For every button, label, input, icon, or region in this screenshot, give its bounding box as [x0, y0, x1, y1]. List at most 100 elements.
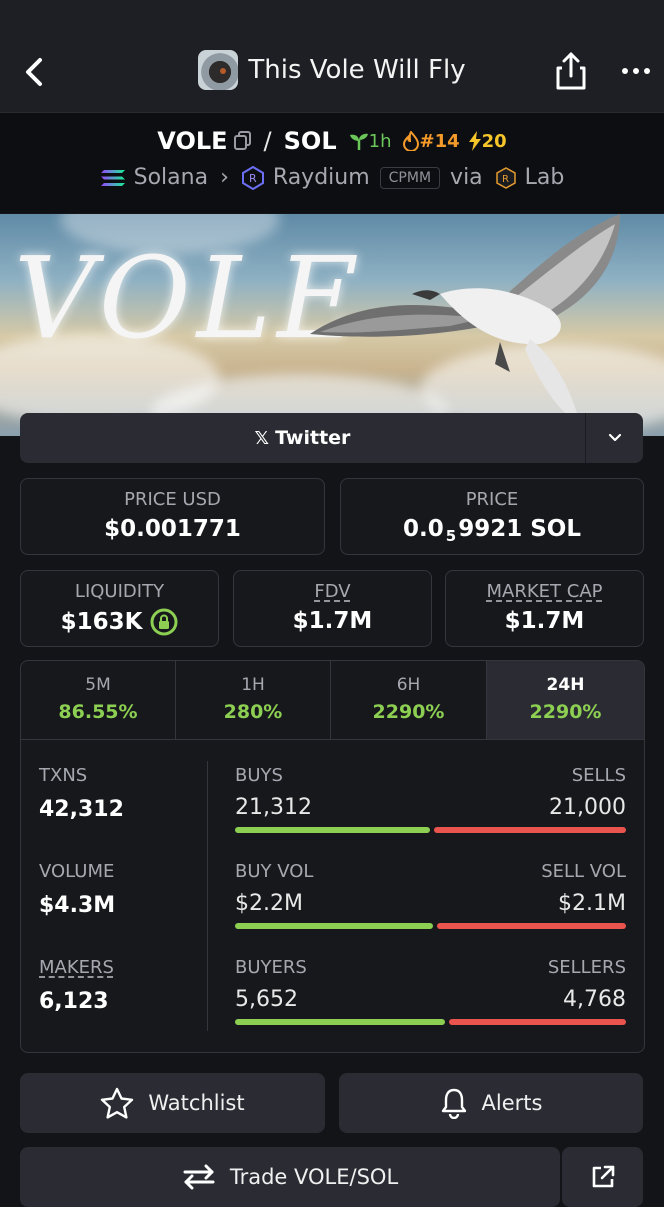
pair-title: VOLE / SOL 1h #14 20: [0, 127, 664, 155]
price-usd-card: PRICE USD $0.001771: [20, 478, 325, 555]
pool-type-badge: CPMM: [379, 166, 441, 189]
dex-name[interactable]: Raydium: [273, 165, 370, 190]
boost-count[interactable]: 20: [468, 131, 507, 152]
swap-arrows-icon: [183, 1164, 215, 1190]
trade-label: Trade VOLE/SOL: [229, 1165, 399, 1189]
raydium-logo-icon: R: [241, 165, 264, 190]
chevron-down-icon: [608, 433, 621, 442]
buy-volume-value: $2.2M: [235, 891, 303, 916]
trade-external-button[interactable]: [562, 1147, 643, 1207]
flame-icon: [402, 131, 419, 151]
market-cap-value: $1.7M: [504, 608, 585, 634]
watchlist-label: Watchlist: [148, 1091, 245, 1115]
lab-logo-icon: R: [495, 166, 516, 189]
timeframe-label: 24H: [546, 675, 585, 695]
sells-label: SELLS: [571, 765, 626, 786]
twitter-link[interactable]: 𝕏 Twitter: [20, 413, 585, 463]
timeframe-label: 6H: [396, 675, 421, 695]
timeframe-tab-24h[interactable]: 24H 2290%: [487, 661, 644, 740]
svg-text:R: R: [249, 172, 257, 185]
pair-age-value: 1h: [368, 130, 392, 152]
liquidity-value: $163K: [60, 609, 143, 635]
market-cap-card[interactable]: MARKET CAP $1.7M: [445, 570, 644, 647]
price-native-label: PRICE: [465, 489, 519, 510]
timeframe-label: 1H: [241, 675, 265, 695]
token-banner-image: VOLE: [0, 214, 664, 436]
txns-value: 42,312: [39, 797, 124, 822]
lock-icon[interactable]: [150, 608, 178, 636]
volume-value: $4.3M: [39, 893, 116, 918]
solana-logo-icon: [100, 169, 125, 186]
timeframe-change: 2290%: [529, 701, 602, 723]
buyers-value: 5,652: [235, 987, 298, 1012]
buys-value: 21,312: [235, 795, 312, 820]
sells-bar: [434, 827, 626, 833]
boost-count-value: 20: [481, 130, 507, 152]
timeframe-label: 5M: [85, 675, 111, 695]
star-icon: [101, 1087, 134, 1119]
via-label: via: [450, 165, 483, 190]
trending-rank-value: #14: [419, 130, 460, 152]
buys-label: BUYS: [235, 765, 283, 786]
pair-age: 1h: [349, 131, 392, 152]
timeframe-tab-5m[interactable]: 5M 86.55%: [21, 661, 176, 740]
pair-separator: /: [263, 127, 272, 155]
pair-info: VOLE / SOL 1h #14 20 Solana › R Raydium …: [0, 113, 664, 213]
share-icon[interactable]: [552, 50, 590, 92]
price-native-zero-count: 5: [445, 527, 457, 545]
price-native-rest: 9921 SOL: [458, 516, 581, 542]
quote-symbol: SOL: [283, 127, 337, 155]
alerts-button[interactable]: Alerts: [339, 1073, 643, 1133]
liquidity-value-row: $163K: [21, 608, 218, 636]
market-cap-label: MARKET CAP: [486, 581, 603, 602]
price-native-card: PRICE 0.0 5 9921 SOL: [340, 478, 644, 555]
buys-bar: [235, 827, 430, 833]
alerts-label: Alerts: [481, 1091, 543, 1115]
social-more-button[interactable]: [586, 413, 643, 463]
launchpad-name[interactable]: Lab: [525, 165, 565, 190]
price-usd-label: PRICE USD: [124, 489, 221, 510]
liquidity-card: LIQUIDITY $163K: [20, 570, 219, 647]
lightning-icon: [468, 131, 481, 151]
timeframe-tab-1h[interactable]: 1H 280%: [176, 661, 331, 740]
more-options-icon[interactable]: [620, 62, 652, 80]
sellers-label: SELLERS: [547, 957, 626, 978]
liquidity-label: LIQUIDITY: [74, 581, 165, 602]
page-title: This Vole Will Fly: [248, 55, 466, 85]
watchlist-button[interactable]: Watchlist: [20, 1073, 325, 1133]
timeframe-change: 2290%: [372, 701, 445, 723]
buyers-label: BUYERS: [235, 957, 307, 978]
seedling-icon: [349, 133, 368, 150]
price-native-value: 0.0 5 9921 SOL: [341, 516, 643, 545]
chain-dex-line: Solana › R Raydium CPMM via R Lab: [0, 165, 664, 190]
chain-name[interactable]: Solana: [134, 165, 208, 190]
trending-rank[interactable]: #14: [402, 131, 460, 152]
buy-volume-bar: [235, 923, 433, 929]
fdv-card[interactable]: FDV $1.7M: [233, 570, 432, 647]
bell-icon: [441, 1088, 466, 1119]
x-logo-icon: 𝕏: [254, 427, 270, 449]
copy-icon[interactable]: [233, 131, 252, 151]
sell-volume-value: $2.1M: [558, 891, 626, 916]
timeframe-change: 86.55%: [58, 701, 138, 723]
buyers-bar: [235, 1019, 445, 1025]
stats-divider: [207, 761, 208, 1031]
token-avatar: [198, 50, 239, 90]
chevron-right-icon: ›: [220, 165, 229, 190]
base-symbol: VOLE: [157, 127, 228, 155]
timeframe-tab-6h[interactable]: 6H 2290%: [331, 661, 487, 740]
stats-panel: 5M 86.55% 1H 280% 6H 2290% 24H 2290% TXN…: [20, 660, 645, 1053]
txns-label: TXNS: [39, 765, 88, 786]
sells-value: 21,000: [549, 795, 626, 820]
price-native-prefix: 0.0: [403, 516, 444, 542]
makers-label[interactable]: MAKERS: [39, 957, 114, 978]
makers-value: 6,123: [39, 989, 109, 1014]
trade-button[interactable]: Trade VOLE/SOL: [20, 1147, 560, 1207]
svg-text:R: R: [502, 174, 509, 185]
sell-volume-label: SELL VOL: [541, 861, 626, 882]
bird-illustration: [310, 214, 620, 424]
sellers-value: 4,768: [563, 987, 626, 1012]
buy-volume-label: BUY VOL: [235, 861, 314, 882]
twitter-label: Twitter: [275, 427, 351, 449]
volume-label: VOLUME: [39, 861, 115, 882]
